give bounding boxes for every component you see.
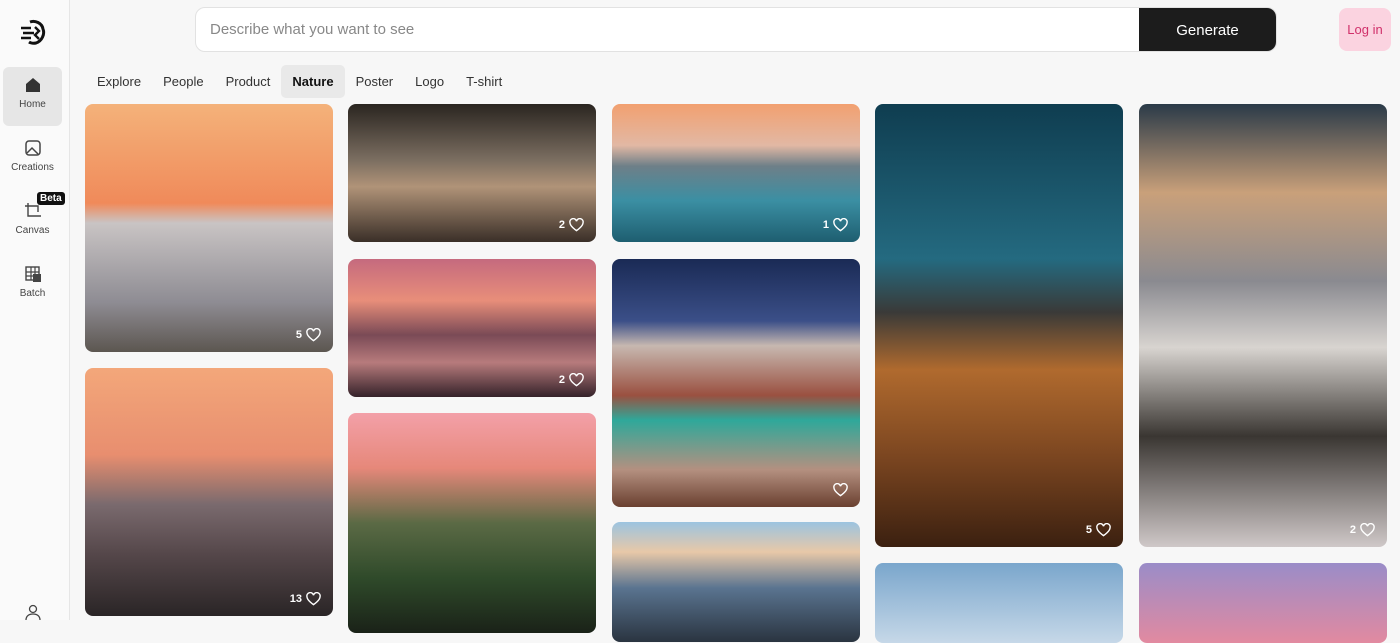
sidebar-item-creations[interactable]: Creations bbox=[3, 130, 62, 189]
like-button[interactable]: 13 bbox=[290, 592, 321, 606]
login-button[interactable]: Log in bbox=[1339, 8, 1391, 51]
like-button[interactable]: 5 bbox=[1086, 523, 1111, 537]
generate-button[interactable]: Generate bbox=[1139, 8, 1276, 51]
like-count: 2 bbox=[1349, 524, 1356, 536]
gallery-image-card[interactable] bbox=[612, 259, 860, 507]
beta-badge: Beta bbox=[37, 192, 65, 205]
prompt-search-bar: Generate bbox=[195, 7, 1277, 52]
like-button[interactable]: 2 bbox=[1350, 523, 1375, 537]
prompt-input[interactable] bbox=[210, 8, 1110, 51]
tab-product[interactable]: Product bbox=[215, 65, 282, 98]
image-icon bbox=[24, 140, 41, 156]
home-icon bbox=[25, 78, 40, 92]
gallery-image-card[interactable]: 2 bbox=[348, 104, 596, 242]
gallery-image-card[interactable] bbox=[1139, 563, 1387, 643]
heart-icon bbox=[1096, 523, 1111, 537]
sidebar-item-batch[interactable]: Batch bbox=[3, 256, 62, 315]
sidebar-item-canvas[interactable]: Beta Canvas bbox=[3, 192, 65, 252]
tab-explore[interactable]: Explore bbox=[86, 65, 152, 98]
gallery-image-card[interactable] bbox=[348, 413, 596, 633]
gallery-image-card[interactable] bbox=[612, 522, 860, 642]
like-count: 1 bbox=[822, 219, 829, 231]
gallery-image-card[interactable]: 1 bbox=[612, 104, 860, 242]
sidebar-item-home[interactable]: Home bbox=[3, 67, 62, 126]
grid-image-icon bbox=[24, 266, 41, 282]
category-tabs: Explore People Product Nature Poster Log… bbox=[86, 65, 513, 98]
like-count: 2 bbox=[558, 374, 565, 386]
like-button[interactable]: 2 bbox=[559, 218, 584, 232]
gallery-image-card[interactable]: 2 bbox=[348, 259, 596, 397]
tab-poster[interactable]: Poster bbox=[345, 65, 405, 98]
tab-people[interactable]: People bbox=[152, 65, 214, 98]
like-count: 13 bbox=[289, 593, 302, 605]
like-button[interactable] bbox=[829, 483, 848, 497]
gallery-image-card[interactable]: 5 bbox=[85, 104, 333, 352]
heart-icon bbox=[306, 328, 321, 342]
sidebar: Home Creations Beta Canvas Batch bbox=[0, 0, 70, 620]
gallery-image-card[interactable] bbox=[875, 563, 1123, 643]
heart-icon bbox=[833, 218, 848, 232]
tab-logo[interactable]: Logo bbox=[404, 65, 455, 98]
sidebar-item-label: Home bbox=[19, 99, 46, 110]
heart-icon bbox=[833, 483, 848, 497]
like-count: 5 bbox=[1085, 524, 1092, 536]
sidebar-item-label: Canvas bbox=[15, 225, 50, 236]
like-button[interactable]: 5 bbox=[296, 328, 321, 342]
heart-icon bbox=[306, 592, 321, 606]
heart-icon bbox=[569, 218, 584, 232]
like-button[interactable]: 2 bbox=[559, 373, 584, 387]
heart-icon bbox=[569, 373, 584, 387]
like-button[interactable]: 1 bbox=[823, 218, 848, 232]
tab-nature[interactable]: Nature bbox=[281, 65, 345, 98]
heart-icon bbox=[1360, 523, 1375, 537]
gallery-image-card[interactable]: 13 bbox=[85, 368, 333, 616]
brain-logo-icon[interactable] bbox=[18, 18, 48, 48]
gallery-image-card[interactable]: 2 bbox=[1139, 104, 1387, 547]
like-count: 5 bbox=[295, 329, 302, 341]
tab-tshirt[interactable]: T-shirt bbox=[455, 65, 513, 98]
user-icon[interactable] bbox=[25, 604, 41, 620]
sidebar-item-label: Batch bbox=[19, 288, 46, 299]
like-count: 2 bbox=[558, 219, 565, 231]
gallery-image-card[interactable]: 5 bbox=[875, 104, 1123, 547]
sidebar-item-label: Creations bbox=[11, 162, 54, 173]
